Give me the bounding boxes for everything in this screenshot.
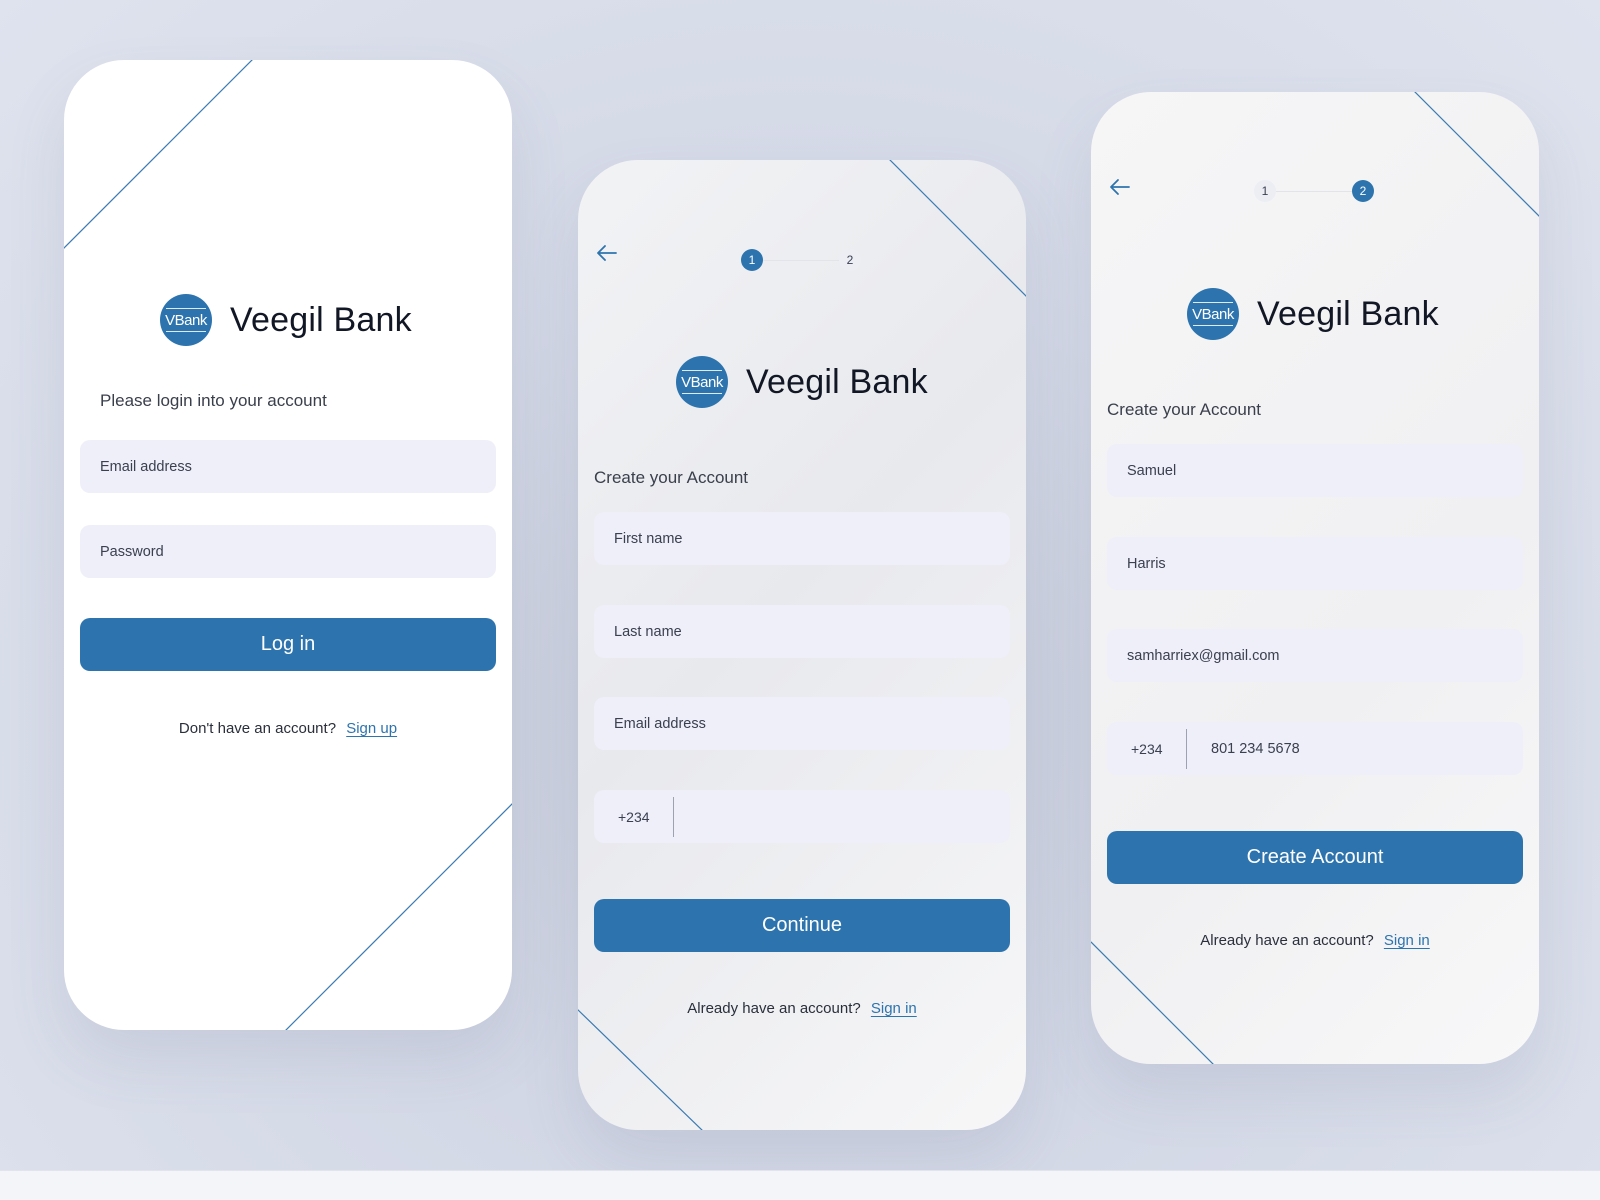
progress-stepper: 1 2 (1254, 180, 1374, 202)
create-account-button[interactable]: Create Account (1107, 831, 1523, 884)
signin-prompt: Already have an account? Sign in (1091, 932, 1539, 949)
phone-input[interactable]: +234 (594, 790, 1010, 843)
brand-header: VBank Veegil Bank (1187, 288, 1439, 340)
last-name-input[interactable]: Last name (594, 605, 1010, 658)
phone-value: 801 234 5678 (1211, 740, 1300, 757)
vbank-logo: VBank (676, 356, 728, 408)
signin-prompt-text: Already have an account? (1200, 932, 1374, 949)
vbank-logo: VBank (160, 294, 212, 346)
email-input[interactable]: samharriex@gmail.com (1107, 629, 1523, 682)
first-name-input[interactable]: First name (594, 512, 1010, 565)
last-name-value: Harris (1127, 555, 1166, 572)
login-button[interactable]: Log in (80, 618, 496, 671)
email-placeholder: Email address (614, 715, 706, 732)
signin-prompt-text: Already have an account? (687, 1000, 861, 1017)
signin-link[interactable]: Sign in (1384, 932, 1430, 949)
password-placeholder: Password (100, 543, 164, 560)
progress-stepper: 1 2 (741, 249, 861, 271)
email-input[interactable]: Email address (594, 697, 1010, 750)
country-code[interactable]: +234 (1131, 741, 1186, 757)
bottom-frame-bar (0, 1170, 1600, 1200)
brand-name: Veegil Bank (230, 300, 412, 339)
signup-link[interactable]: Sign up (346, 720, 397, 737)
email-input[interactable]: Email address (80, 440, 496, 493)
step-2-indicator: 2 (839, 249, 861, 271)
phone-divider (1186, 728, 1187, 769)
brand-header: VBank Veegil Bank (160, 294, 412, 346)
signup-step1-screen: 1 2 VBank Veegil Bank Create your Accoun… (578, 160, 1026, 1130)
signin-link[interactable]: Sign in (871, 1000, 917, 1017)
phone-input[interactable]: +234 801 234 5678 (1107, 722, 1523, 775)
vbank-logo: VBank (1187, 288, 1239, 340)
step-1-indicator: 1 (1254, 180, 1276, 202)
arrow-left-icon[interactable] (596, 244, 618, 262)
page-subtitle: Create your Account (1107, 400, 1262, 419)
country-code[interactable]: +234 (618, 809, 673, 825)
phone-divider (673, 796, 674, 837)
step-2-indicator: 2 (1352, 180, 1374, 202)
brand-name: Veegil Bank (746, 362, 928, 401)
first-name-value: Samuel (1127, 462, 1177, 479)
last-name-input[interactable]: Harris (1107, 537, 1523, 590)
signup-step2-screen: 1 2 VBank Veegil Bank Create your Accoun… (1091, 92, 1539, 1064)
signin-prompt: Already have an account? Sign in (578, 1000, 1026, 1017)
step-connector (1276, 190, 1352, 192)
email-value: samharriex@gmail.com (1127, 647, 1280, 664)
signup-prompt: Don't have an account? Sign up (64, 720, 512, 737)
password-input[interactable]: Password (80, 525, 496, 578)
first-name-placeholder: First name (614, 530, 683, 547)
brand-header: VBank Veegil Bank (676, 356, 928, 408)
page-subtitle: Create your Account (594, 468, 749, 487)
signup-prompt-text: Don't have an account? (178, 720, 337, 737)
step-1-indicator: 1 (741, 249, 763, 271)
last-name-placeholder: Last name (614, 623, 682, 640)
step-connector (763, 259, 839, 261)
continue-button[interactable]: Continue (594, 899, 1010, 952)
brand-name: Veegil Bank (1257, 294, 1439, 333)
email-placeholder: Email address (100, 458, 192, 475)
page-subtitle: Please login into your account (100, 391, 327, 410)
arrow-left-icon[interactable] (1109, 178, 1131, 196)
login-screen: VBank Veegil Bank Please login into your… (64, 60, 512, 1030)
first-name-input[interactable]: Samuel (1107, 444, 1523, 497)
